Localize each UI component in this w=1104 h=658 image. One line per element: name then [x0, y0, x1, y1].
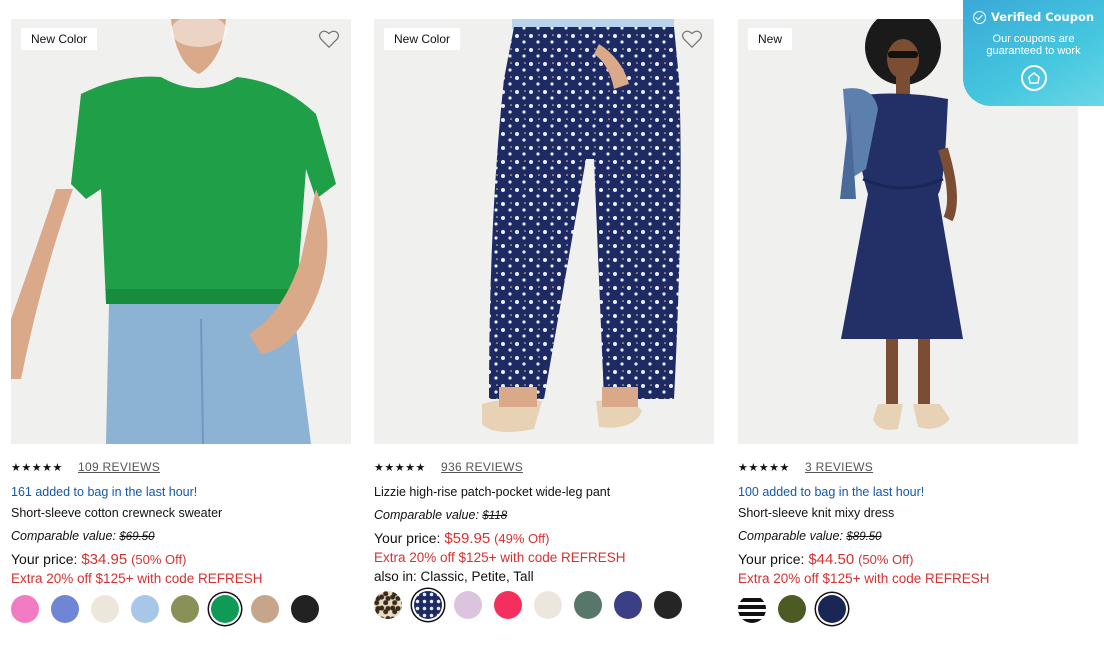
- promo-text: Extra 20% off $125+ with code REFRESH: [738, 571, 990, 586]
- product-name[interactable]: Short-sleeve knit mixy dress: [738, 505, 1078, 521]
- color-swatch[interactable]: [818, 595, 846, 623]
- product-name[interactable]: Short-sleeve cotton crewneck sweater: [11, 505, 351, 521]
- coupon-subtitle: Our coupons are guaranteed to work: [986, 33, 1081, 57]
- color-swatch[interactable]: [574, 591, 602, 619]
- star-rating-icon: ★★★★★: [374, 461, 426, 474]
- price-row: Your price: $34.95 (50% Off): [11, 551, 351, 568]
- comparable-price: $118: [482, 510, 508, 522]
- reviews-link[interactable]: 109 REVIEWS: [78, 460, 160, 474]
- promo-text: Extra 20% off $125+ with code REFRESH: [374, 550, 626, 565]
- color-swatch[interactable]: [614, 591, 642, 619]
- price-label: Your price:: [738, 551, 805, 567]
- color-swatches: [374, 591, 714, 619]
- color-swatch[interactable]: [51, 595, 79, 623]
- rating-row: ★★★★★ 936 REVIEWS: [374, 460, 714, 474]
- discount-percent: (49% Off): [494, 531, 550, 546]
- color-swatches: [11, 595, 351, 623]
- product-badge: New Color: [384, 28, 461, 50]
- rating-row: ★★★★★ 109 REVIEWS: [11, 460, 351, 474]
- product-card-dress: New ★★★★★ 3 REVIEWS 100 added to bag in …: [738, 19, 1078, 623]
- price-label: Your price:: [374, 530, 441, 546]
- color-swatch[interactable]: [534, 591, 562, 619]
- comparable-price: $89.50: [846, 531, 882, 543]
- color-swatches: [738, 595, 1078, 623]
- color-swatch[interactable]: [494, 591, 522, 619]
- rating-row: ★★★★★ 3 REVIEWS: [738, 460, 1078, 474]
- product-badge: New: [748, 28, 793, 50]
- color-swatch[interactable]: [291, 595, 319, 623]
- comparable-label: Comparable value:: [738, 529, 843, 543]
- sale-price: $59.95: [444, 530, 491, 547]
- product-grid: New Color ★★★★★ 109 REVIEWS 161 added to…: [11, 19, 1078, 639]
- sale-price: $44.50: [808, 551, 855, 568]
- product-photo-floral-pant: [374, 19, 714, 444]
- star-rating-icon: ★★★★★: [11, 461, 63, 474]
- added-to-bag-notice: 161 added to bag in the last hour!: [11, 485, 198, 499]
- reviews-link[interactable]: 3 REVIEWS: [805, 460, 873, 474]
- color-swatch[interactable]: [11, 595, 39, 623]
- price-row: Your price: $44.50 (50% Off): [738, 551, 1078, 568]
- product-photo-green-sweater: [11, 19, 351, 444]
- product-card-sweater: New Color ★★★★★ 109 REVIEWS 161 added to…: [11, 19, 351, 623]
- added-to-bag-notice: 100 added to bag in the last hour!: [738, 485, 925, 499]
- price-label: Your price:: [11, 551, 78, 567]
- color-swatch[interactable]: [131, 595, 159, 623]
- coupon-title: Verified Coupon: [990, 10, 1095, 24]
- comparable-value: Comparable value: $69.50: [11, 528, 351, 545]
- comparable-price: $69.50: [119, 531, 155, 543]
- color-swatch[interactable]: [654, 591, 682, 619]
- discount-percent: (50% Off): [131, 552, 187, 567]
- promo-text: Extra 20% off $125+ with code REFRESH: [11, 571, 263, 586]
- product-name[interactable]: Lizzie high-rise patch-pocket wide-leg p…: [374, 484, 714, 500]
- discount-percent: (50% Off): [858, 552, 914, 567]
- comparable-value: Comparable value: $118: [374, 507, 714, 524]
- check-circle-icon: [972, 10, 986, 24]
- product-card-pant: New Color ★★★★★ 936 REVIEWS Lizzie high-…: [374, 19, 714, 619]
- color-swatch[interactable]: [414, 591, 442, 619]
- star-rating-icon: ★★★★★: [738, 461, 790, 474]
- comparable-value: Comparable value: $89.50: [738, 528, 1078, 545]
- color-swatch[interactable]: [738, 595, 766, 623]
- color-swatch[interactable]: [778, 595, 806, 623]
- color-swatch[interactable]: [211, 595, 239, 623]
- verified-coupon-widget[interactable]: Verified Coupon Our coupons are guarante…: [963, 0, 1104, 106]
- comparable-label: Comparable value:: [374, 508, 479, 522]
- product-image[interactable]: New Color: [11, 19, 351, 444]
- reviews-link[interactable]: 936 REVIEWS: [441, 460, 523, 474]
- product-badge: New Color: [21, 28, 98, 50]
- price-row: Your price: $59.95 (49% Off): [374, 530, 714, 547]
- color-swatch[interactable]: [454, 591, 482, 619]
- coupon-title-row: Verified Coupon: [963, 10, 1104, 24]
- comparable-label: Comparable value:: [11, 529, 116, 543]
- heart-icon[interactable]: [681, 29, 703, 49]
- color-swatch[interactable]: [374, 591, 402, 619]
- coupon-logo-icon[interactable]: [1020, 65, 1047, 91]
- heart-icon[interactable]: [318, 29, 340, 49]
- product-image[interactable]: New Color: [374, 19, 714, 444]
- color-swatch[interactable]: [91, 595, 119, 623]
- also-in-fits: also in: Classic, Petite, Tall: [374, 569, 534, 584]
- color-swatch[interactable]: [171, 595, 199, 623]
- color-swatch[interactable]: [251, 595, 279, 623]
- sale-price: $34.95: [81, 551, 128, 568]
